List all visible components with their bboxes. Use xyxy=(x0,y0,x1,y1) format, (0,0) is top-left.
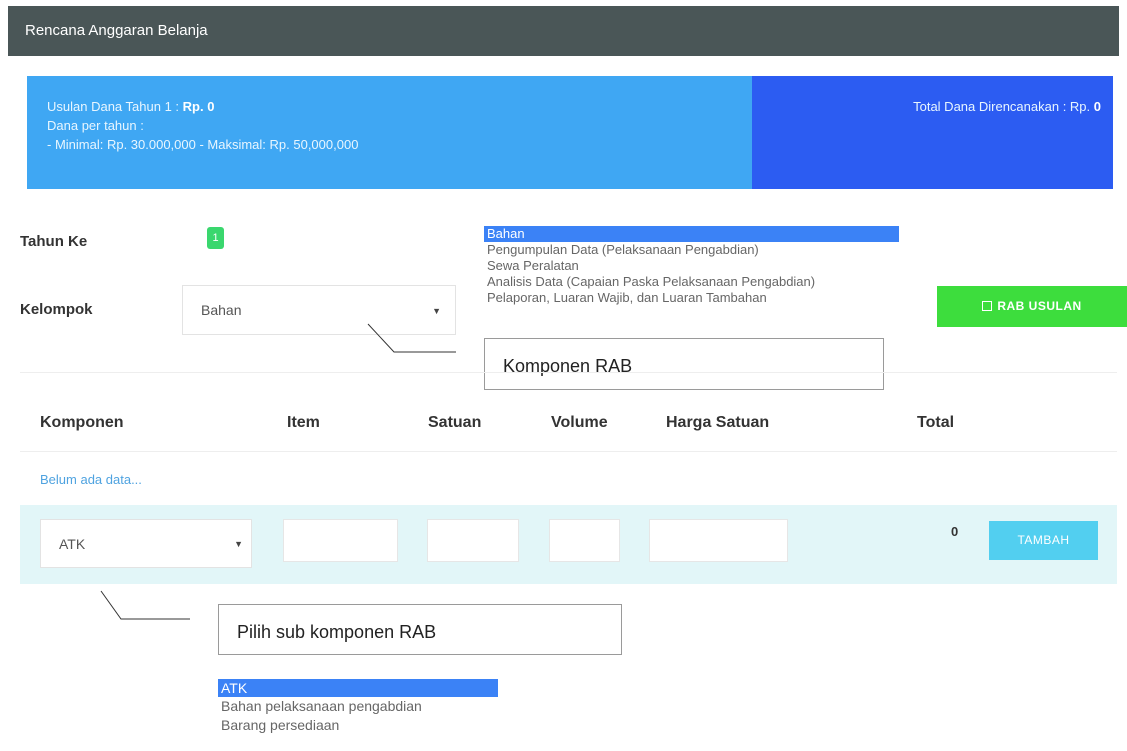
row-total-value: 0 xyxy=(951,524,959,539)
kelompok-option[interactable]: Pelaporan, Luaran Wajib, dan Luaran Tamb… xyxy=(484,290,902,306)
column-header-item: Item xyxy=(287,414,320,431)
komponen-option[interactable]: Barang persediaan xyxy=(218,716,498,735)
column-header-volume: Volume xyxy=(551,414,608,431)
total-value: 0 xyxy=(1093,99,1101,114)
column-header-total: Total xyxy=(917,414,955,431)
komponen-select[interactable]: ATK ▼ xyxy=(40,519,252,568)
chevron-down-icon: ▼ xyxy=(234,539,243,549)
kelompok-option[interactable]: Bahan xyxy=(484,226,899,242)
divider xyxy=(20,451,1117,452)
column-header-satuan: Satuan xyxy=(428,414,482,431)
column-header-komponen: Komponen xyxy=(40,414,124,431)
funding-summary-panel: Usulan Dana Tahun 1 : Rp. 0 Dana per tah… xyxy=(27,76,752,189)
panel-header: Rencana Anggaran Belanja xyxy=(8,6,1119,56)
min-max-text: - Minimal: Rp. 30.000,000 - Maksimal: Rp… xyxy=(47,137,359,152)
tahun-label: Tahun Ke xyxy=(20,233,88,250)
volume-input[interactable] xyxy=(549,519,620,562)
callout-leader-line xyxy=(367,323,456,353)
kelompok-dropdown: Bahan Pengumpulan Data (Pelaksanaan Peng… xyxy=(484,226,902,306)
tahun-badge: 1 xyxy=(207,227,224,249)
chevron-down-icon: ▼ xyxy=(432,306,441,316)
rab-usulan-button[interactable]: RAB USULAN xyxy=(937,286,1127,327)
column-header-harga-satuan: Harga Satuan xyxy=(666,414,770,431)
panel-title: Rencana Anggaran Belanja xyxy=(25,22,208,39)
total-summary-panel: Total Dana Direncanakan : Rp. 0 xyxy=(752,76,1113,189)
tambah-button[interactable]: TAMBAH xyxy=(989,521,1098,560)
sub-komponen-callout-text: Pilih sub komponen RAB xyxy=(237,622,437,642)
komponen-option[interactable]: Bahan pelaksanaan pengabdian xyxy=(218,697,498,716)
komponen-selected-value: ATK xyxy=(59,536,86,552)
kelompok-selected-value: Bahan xyxy=(201,302,242,318)
kelompok-label: Kelompok xyxy=(20,301,93,318)
sub-komponen-callout: Pilih sub komponen RAB xyxy=(218,604,622,655)
per-year-label: Dana per tahun : xyxy=(47,118,144,133)
divider xyxy=(20,372,1117,373)
callout-leader-line xyxy=(100,590,190,620)
komponen-option[interactable]: ATK xyxy=(218,679,498,697)
rab-usulan-label: RAB USULAN xyxy=(997,299,1082,313)
komponen-dropdown: ATK Bahan pelaksanaan pengabdian Barang … xyxy=(218,679,498,735)
total-label: Total Dana Direncanakan : Rp. xyxy=(913,99,1094,114)
usulan-label: Usulan Dana Tahun 1 : xyxy=(47,99,183,114)
komponen-callout: Komponen RAB xyxy=(484,338,884,390)
harga-satuan-input[interactable] xyxy=(649,519,788,562)
kelompok-option[interactable]: Sewa Peralatan xyxy=(484,258,902,274)
usulan-value: Rp. 0 xyxy=(182,99,215,114)
kelompok-option[interactable]: Pengumpulan Data (Pelaksanaan Pengabdian… xyxy=(484,242,902,258)
empty-state-text: Belum ada data... xyxy=(40,472,142,487)
kelompok-option[interactable]: Analisis Data (Capaian Paska Pelaksanaan… xyxy=(484,274,902,290)
satuan-input[interactable] xyxy=(427,519,519,562)
document-icon xyxy=(982,301,993,311)
komponen-callout-text: Komponen RAB xyxy=(503,356,633,376)
item-input[interactable] xyxy=(283,519,398,562)
